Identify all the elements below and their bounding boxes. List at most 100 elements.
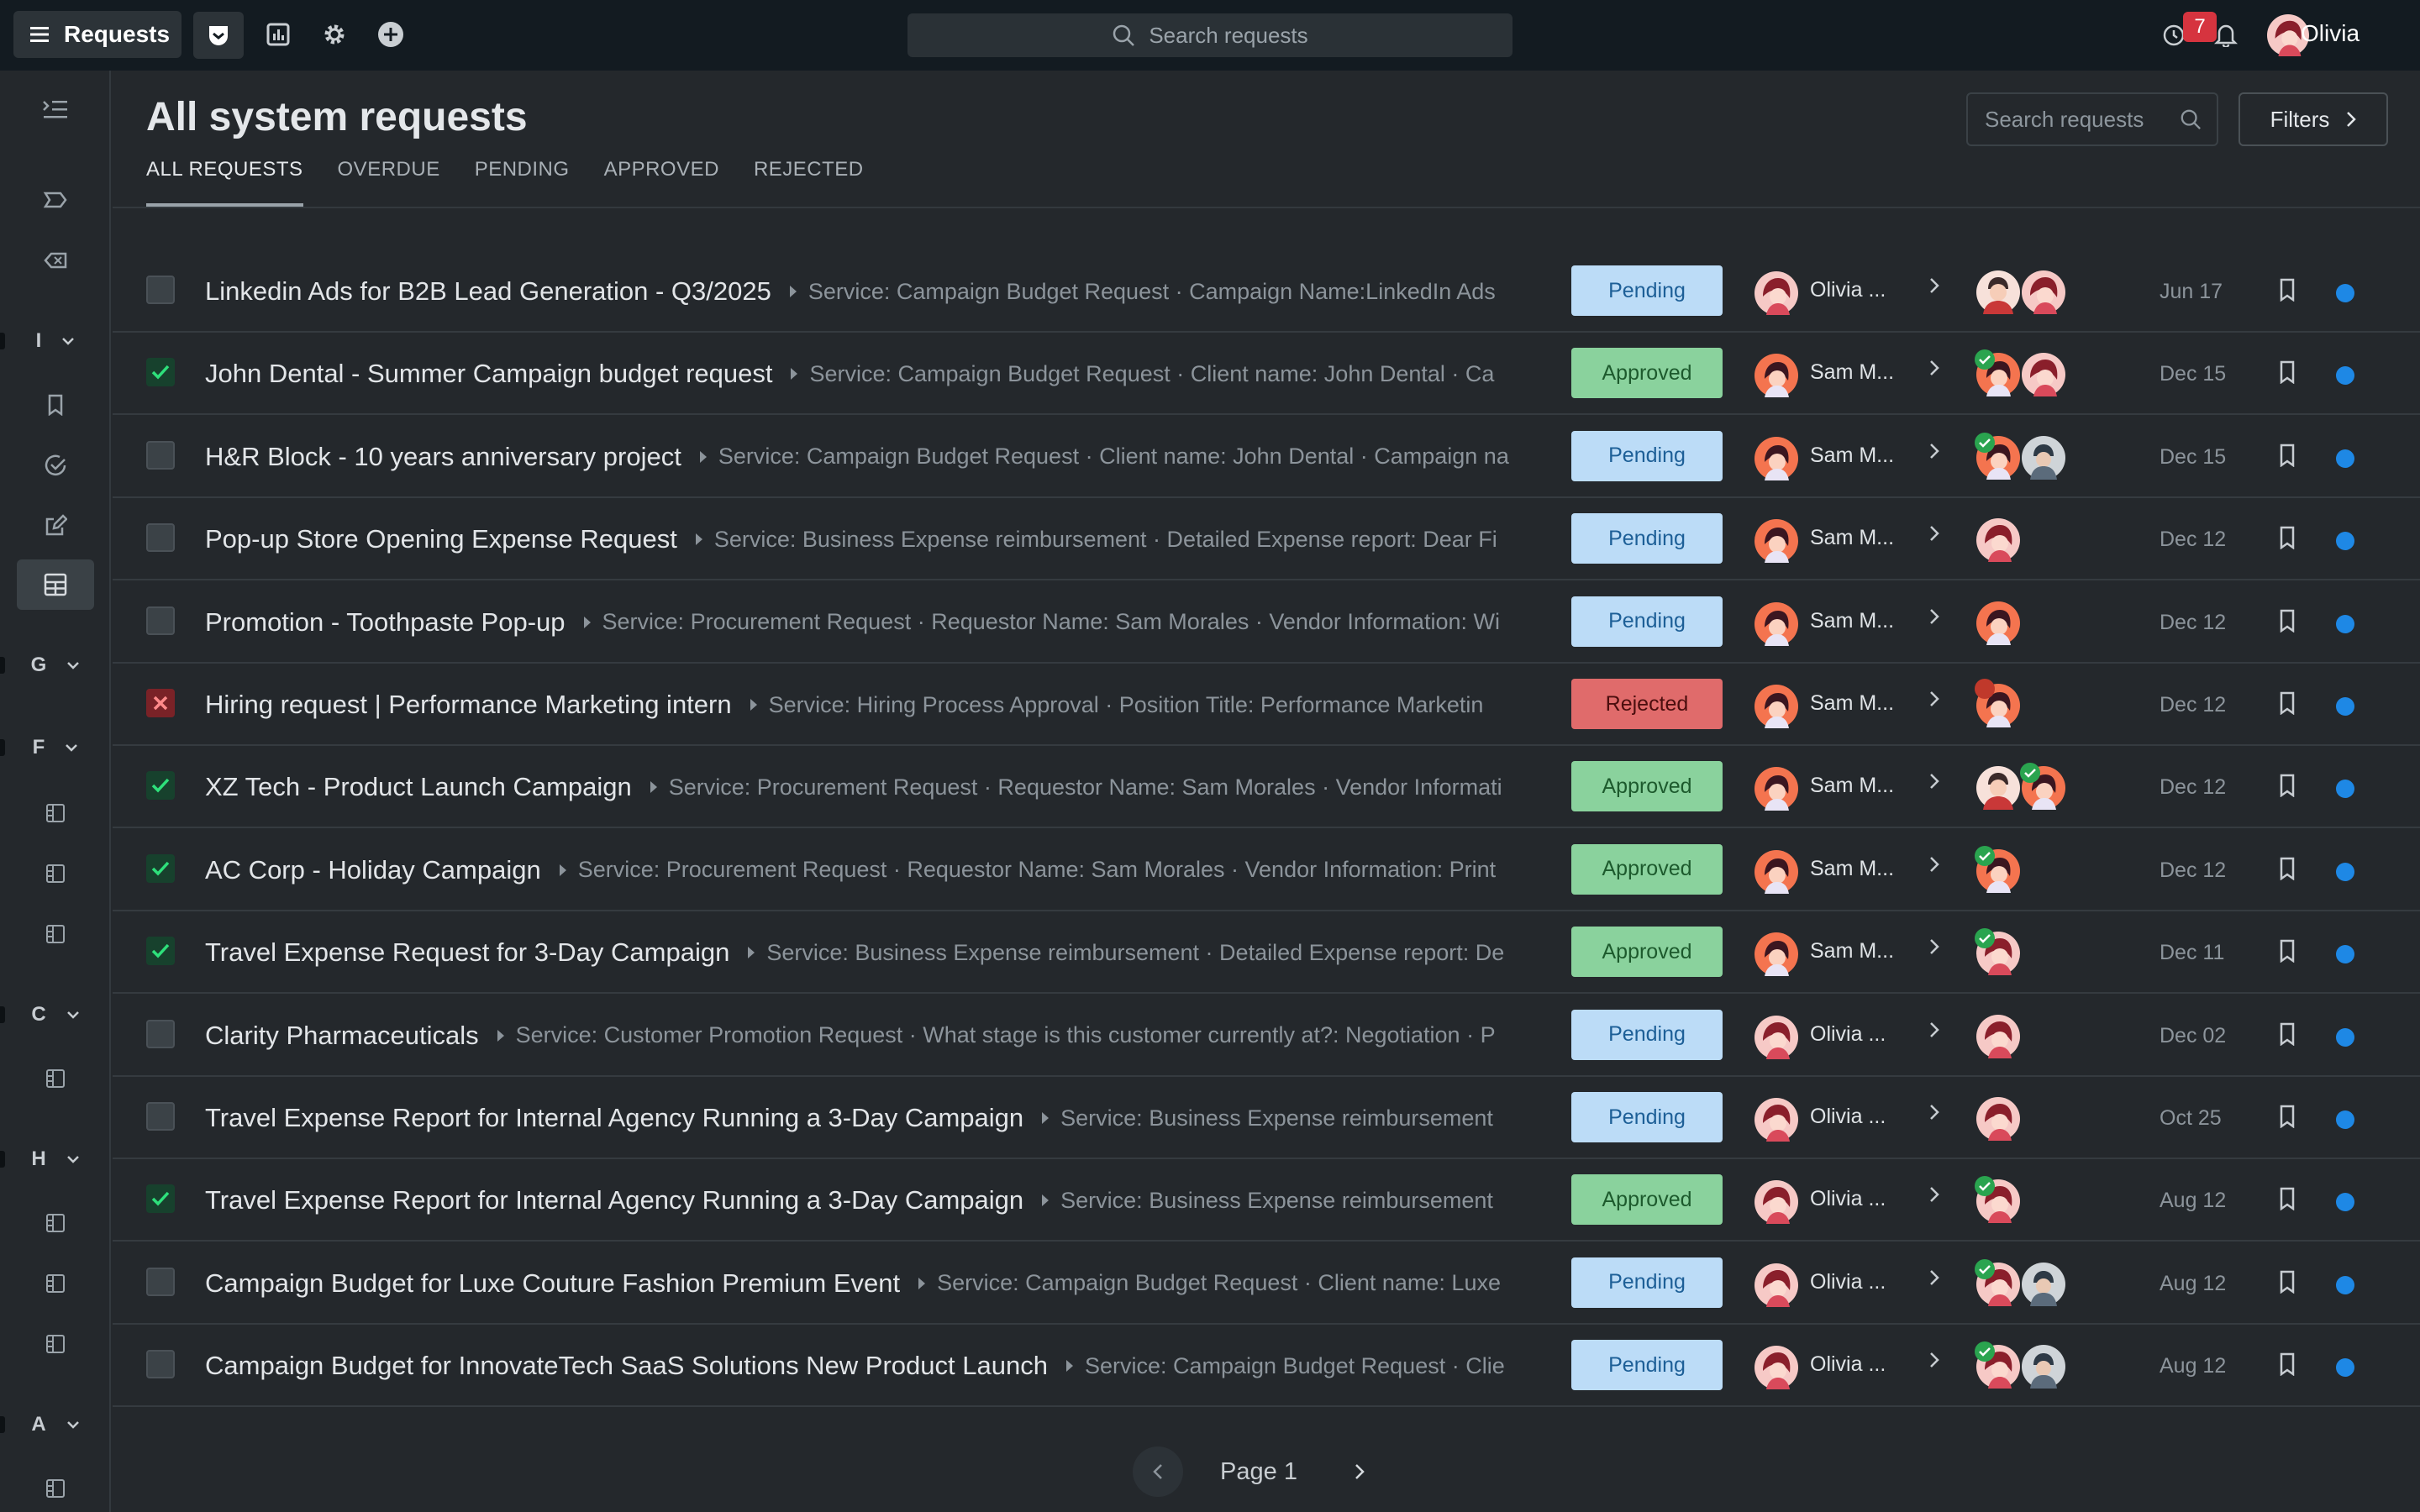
table-row[interactable]: H&R Block - 10 years anniversary project… xyxy=(113,416,2420,498)
bookmark-button[interactable] xyxy=(2279,609,2296,633)
app-menu-button[interactable]: Requests xyxy=(13,11,182,58)
bookmark-button[interactable] xyxy=(2279,526,2296,550)
form-icon[interactable] xyxy=(17,1463,94,1512)
request-cell[interactable]: John Dental - Summer Campaign budget req… xyxy=(205,333,1642,415)
row-checkbox[interactable] xyxy=(146,1267,175,1296)
bookmark-button[interactable] xyxy=(2279,360,2296,385)
add-circle-icon[interactable] xyxy=(373,17,408,52)
bookmark-button[interactable] xyxy=(2279,691,2296,715)
bookmark-button[interactable] xyxy=(2279,857,2296,880)
request-cell[interactable]: Linkedin Ads for B2B Lead Generation - Q… xyxy=(205,250,1642,333)
table-row[interactable]: Travel Expense Request for 3-Day Campaig… xyxy=(113,911,2420,995)
request-cell[interactable]: Travel Expense Request for 3-Day Campaig… xyxy=(205,911,1642,994)
request-cell[interactable]: Hiring request | Performance Marketing i… xyxy=(205,664,1642,746)
request-title[interactable]: John Dental - Summer Campaign budget req… xyxy=(205,359,772,389)
bookmark-button[interactable] xyxy=(2279,1352,2296,1377)
request-cell[interactable]: XZ Tech - Product Launch Campaign Service… xyxy=(205,746,1642,828)
clear-filter-icon[interactable] xyxy=(17,235,94,286)
tab-rejected[interactable]: REJECTED xyxy=(754,158,864,207)
request-title[interactable]: Promotion - Toothpaste Pop-up xyxy=(205,607,566,638)
collapse-sidebar-icon[interactable] xyxy=(17,84,94,134)
row-checkbox[interactable] xyxy=(146,853,175,883)
request-search-input[interactable]: Search requests xyxy=(1966,92,2218,146)
tab-pending[interactable]: PENDING xyxy=(475,158,570,207)
user-name[interactable]: Olivia xyxy=(2301,20,2360,47)
form-icon[interactable] xyxy=(17,1319,94,1369)
bookmark-button[interactable] xyxy=(2279,1022,2296,1046)
reports-icon[interactable] xyxy=(260,17,296,52)
row-checkbox[interactable] xyxy=(146,771,175,801)
row-checkbox[interactable] xyxy=(146,276,175,304)
form-icon[interactable] xyxy=(17,909,94,959)
request-cell[interactable]: Clarity Pharmaceuticals Service: Customer… xyxy=(205,995,1642,1077)
request-title[interactable]: Hiring request | Performance Marketing i… xyxy=(205,690,732,720)
row-checkbox[interactable] xyxy=(146,1019,175,1048)
sidebar-group-a[interactable]: A xyxy=(0,1408,111,1441)
filters-button[interactable]: Filters xyxy=(2238,92,2388,146)
table-row[interactable]: Clarity Pharmaceuticals Service: Customer… xyxy=(113,995,2420,1077)
bookmark-button[interactable] xyxy=(2279,1187,2296,1211)
sidebar-group-f[interactable]: F xyxy=(0,731,111,764)
sidebar-group-c[interactable]: C xyxy=(0,998,111,1032)
requests-app-icon[interactable] xyxy=(193,12,244,59)
bookmark-button[interactable] xyxy=(2279,774,2296,798)
table-row[interactable]: Campaign Budget for Luxe Couture Fashion… xyxy=(113,1242,2420,1325)
request-cell[interactable]: Travel Expense Report for Internal Agenc… xyxy=(205,1159,1642,1242)
request-title[interactable]: Travel Expense Report for Internal Agenc… xyxy=(205,1185,1023,1215)
request-cell[interactable]: Campaign Budget for Luxe Couture Fashion… xyxy=(205,1242,1642,1325)
row-checkbox[interactable] xyxy=(146,1350,175,1379)
table-row[interactable]: Linkedin Ads for B2B Lead Generation - Q… xyxy=(113,250,2420,333)
request-cell[interactable]: Campaign Budget for InnovateTech SaaS So… xyxy=(205,1325,1642,1407)
row-checkbox[interactable] xyxy=(146,689,175,717)
request-title[interactable]: Travel Expense Request for 3-Day Campaig… xyxy=(205,937,729,968)
bookmark-button[interactable] xyxy=(2279,1270,2296,1294)
request-title[interactable]: Campaign Budget for Luxe Couture Fashion… xyxy=(205,1268,900,1299)
bookmark-icon[interactable] xyxy=(17,380,94,430)
request-cell[interactable]: Promotion - Toothpaste Pop-up Service: Pr… xyxy=(205,581,1642,664)
sidebar-group-g[interactable]: G xyxy=(0,648,111,682)
prev-page-button[interactable] xyxy=(1133,1446,1183,1497)
row-checkbox[interactable] xyxy=(146,523,175,553)
edit-icon[interactable] xyxy=(17,501,94,551)
request-title[interactable]: Clarity Pharmaceuticals xyxy=(205,1021,479,1051)
table-row[interactable]: Travel Expense Report for Internal Agenc… xyxy=(113,1077,2420,1159)
table-row[interactable]: XZ Tech - Product Launch Campaign Service… xyxy=(113,746,2420,829)
sidebar-group-i[interactable]: I xyxy=(0,324,111,358)
tab-overdue[interactable]: OVERDUE xyxy=(338,158,440,207)
request-cell[interactable]: AC Corp - Holiday Campaign Service: Procu… xyxy=(205,829,1642,911)
table-row[interactable]: Hiring request | Performance Marketing i… xyxy=(113,664,2420,746)
row-checkbox[interactable] xyxy=(146,1184,175,1214)
row-checkbox[interactable] xyxy=(146,440,175,470)
table-row[interactable]: Pop-up Store Opening Expense Request Serv… xyxy=(113,498,2420,581)
row-checkbox[interactable] xyxy=(146,937,175,966)
form-icon[interactable] xyxy=(17,788,94,838)
row-checkbox[interactable] xyxy=(146,606,175,635)
request-cell[interactable]: Pop-up Store Opening Expense Request Serv… xyxy=(205,498,1642,580)
bookmark-button[interactable] xyxy=(2279,1105,2296,1128)
gear-icon[interactable] xyxy=(317,17,352,52)
request-title[interactable]: H&R Block - 10 years anniversary project xyxy=(205,442,681,472)
request-title[interactable]: XZ Tech - Product Launch Campaign xyxy=(205,772,632,802)
inbox-icon[interactable] xyxy=(17,175,94,225)
form-icon[interactable] xyxy=(17,1053,94,1104)
request-title[interactable]: AC Corp - Holiday Campaign xyxy=(205,855,541,885)
bookmark-button[interactable] xyxy=(2279,278,2296,302)
sidebar-group-h[interactable]: H xyxy=(0,1142,111,1176)
next-page-button[interactable] xyxy=(1334,1446,1385,1497)
bell-icon[interactable] xyxy=(2208,17,2244,52)
form-icon[interactable] xyxy=(17,1198,94,1248)
request-title[interactable]: Campaign Budget for InnovateTech SaaS So… xyxy=(205,1351,1048,1381)
request-cell[interactable]: H&R Block - 10 years anniversary project… xyxy=(205,416,1642,498)
request-title[interactable]: Travel Expense Report for Internal Agenc… xyxy=(205,1103,1023,1133)
bookmark-button[interactable] xyxy=(2279,939,2296,963)
request-cell[interactable]: Travel Expense Report for Internal Agenc… xyxy=(205,1077,1642,1159)
form-icon[interactable] xyxy=(17,1258,94,1309)
request-title[interactable]: Linkedin Ads for B2B Lead Generation - Q… xyxy=(205,276,771,307)
tab-approved[interactable]: APPROVED xyxy=(604,158,719,207)
bookmark-button[interactable] xyxy=(2279,444,2296,467)
row-checkbox[interactable] xyxy=(146,1102,175,1131)
global-search-input[interactable]: Search requests xyxy=(908,13,1512,57)
request-title[interactable]: Pop-up Store Opening Expense Request xyxy=(205,524,677,554)
table-row[interactable]: Promotion - Toothpaste Pop-up Service: Pr… xyxy=(113,581,2420,664)
table-row[interactable]: Travel Expense Report for Internal Agenc… xyxy=(113,1159,2420,1242)
